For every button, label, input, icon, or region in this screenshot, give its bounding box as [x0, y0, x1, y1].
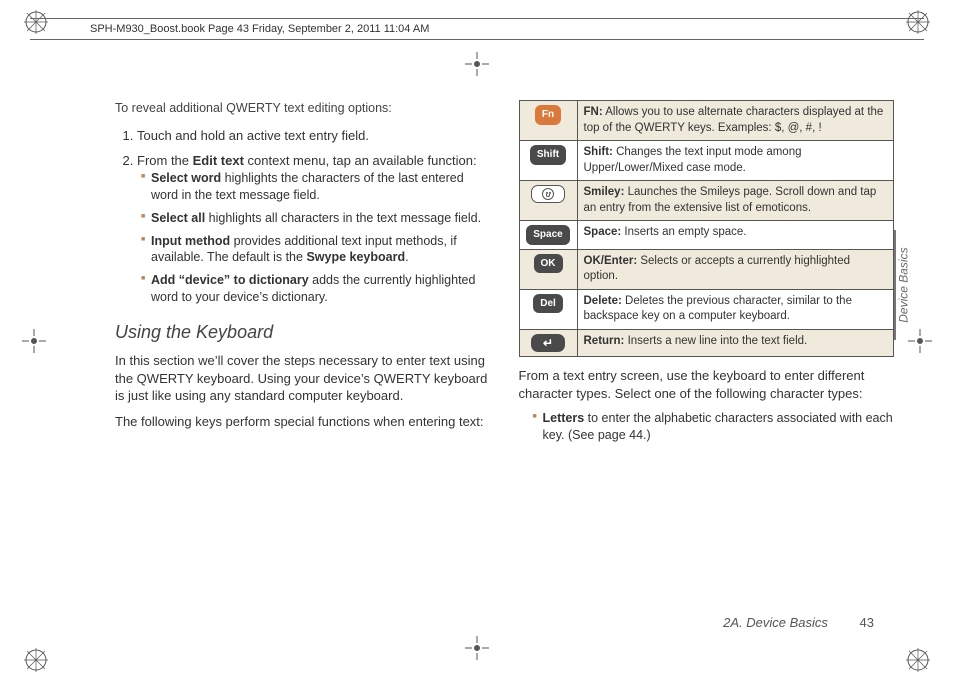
document-header: SPH-M930_Boost.book Page 43 Friday, Sept… [30, 18, 924, 40]
shift-key-icon: Shift [530, 145, 566, 165]
table-row: Smiley: Launches the Smileys page. Scrol… [519, 181, 894, 221]
step-2: From the Edit text context menu, tap an … [137, 152, 491, 306]
registration-mark-icon [18, 325, 50, 357]
char-types-para: From a text entry screen, use the keyboa… [519, 367, 895, 402]
table-row: Space Space: Inserts an empty space. [519, 221, 894, 250]
crop-mark-icon [22, 646, 50, 674]
opt-select-word: Select word highlights the characters of… [141, 170, 491, 204]
header-text: SPH-M930_Boost.book Page 43 Friday, Sept… [90, 22, 429, 37]
right-column: Fn FN: Allows you to use alternate chara… [519, 100, 895, 612]
ok-key-icon: OK [534, 254, 563, 274]
table-row: Del Delete: Deletes the previous charact… [519, 289, 894, 329]
return-key-icon: ↵ [531, 334, 565, 352]
page-footer: 2A. Device Basics 43 [723, 614, 874, 632]
left-column: To reveal additional QWERTY text editing… [115, 100, 491, 612]
key-function-table: Fn FN: Allows you to use alternate chara… [519, 100, 895, 357]
table-row: OK OK/Enter: Selects or accepts a curren… [519, 249, 894, 289]
steps-list: Touch and hold an active text entry fiel… [115, 127, 491, 306]
step-1: Touch and hold an active text entry fiel… [137, 127, 491, 145]
page-content: To reveal additional QWERTY text editing… [115, 100, 894, 612]
keyboard-para-2: The following keys perform special funct… [115, 413, 491, 431]
smiley-key-icon [531, 185, 565, 203]
char-type-list: Letters to enter the alphabetic characte… [519, 410, 895, 444]
space-key-icon: Space [526, 225, 569, 245]
opt-add-dictionary: Add “device” to dictionary adds the curr… [141, 272, 491, 306]
crop-mark-icon [904, 646, 932, 674]
section-tab: Device Basics [894, 230, 912, 340]
section-heading: Using the Keyboard [115, 320, 491, 344]
table-row: Fn FN: Allows you to use alternate chara… [519, 101, 894, 141]
intro-line: To reveal additional QWERTY text editing… [115, 100, 491, 117]
sub-options: Select word highlights the characters of… [137, 170, 491, 306]
del-key-icon: Del [533, 294, 563, 314]
opt-select-all: Select all highlights all characters in … [141, 210, 491, 227]
footer-section: 2A. Device Basics [723, 615, 828, 630]
section-tab-label: Device Basics [896, 247, 912, 322]
page-number: 43 [860, 615, 874, 630]
keyboard-para-1: In this section we’ll cover the steps ne… [115, 352, 491, 405]
table-row: Shift Shift: Changes the text input mode… [519, 141, 894, 181]
registration-mark-icon [461, 632, 493, 664]
opt-input-method: Input method provides additional text in… [141, 233, 491, 267]
registration-mark-icon [461, 48, 493, 80]
fn-key-icon: Fn [535, 105, 561, 125]
letters-item: Letters to enter the alphabetic characte… [533, 410, 895, 444]
table-row: ↵ Return: Inserts a new line into the te… [519, 329, 894, 356]
